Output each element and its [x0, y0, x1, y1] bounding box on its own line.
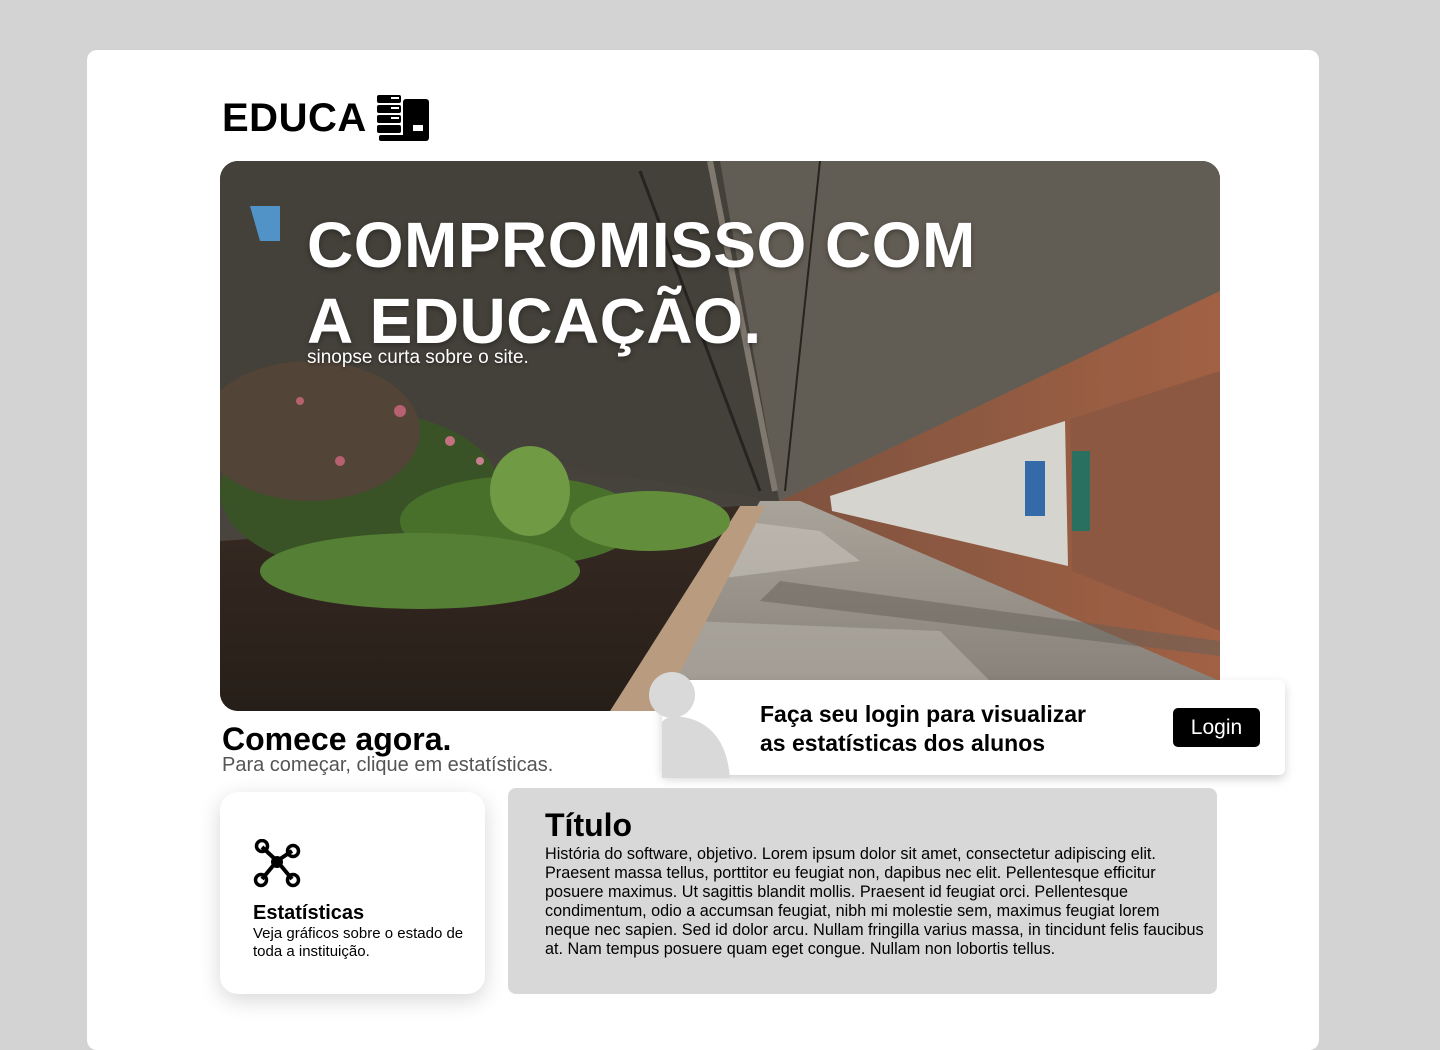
hero-subtitle: sinopse curta sobre o site. [307, 347, 529, 368]
info-body: História do software, objetivo. Lorem ip… [545, 845, 1204, 958]
hero-title-line-1: COMPROMISSO COM [307, 209, 976, 281]
info-title: Título [545, 807, 633, 843]
login-prompt-line-2: as estatísticas dos alunos [760, 730, 1046, 756]
server-icon [376, 95, 429, 141]
brand-name: EDUCA [222, 96, 367, 140]
stats-card[interactable]: Estatísticas Veja gráficos sobre o estad… [220, 792, 485, 994]
start-subtitle: Para começar, clique em estatísticas. [222, 754, 554, 776]
brand-logo[interactable]: EDUCA [222, 94, 429, 142]
user-icon [649, 672, 730, 778]
login-button[interactable]: Login [1173, 708, 1260, 747]
network-icon [253, 839, 301, 888]
login-prompt-line-1: Faça seu login para visualizar [760, 701, 1086, 727]
hero-title: COMPROMISSO COM A EDUCAÇÃO. [307, 207, 1107, 359]
info-box: Título História do software, objetivo. L… [508, 788, 1217, 994]
hero-banner: COMPROMISSO COM A EDUCAÇÃO. sinopse curt… [220, 161, 1220, 711]
login-prompt: Faça seu login para visualizar as estatí… [760, 700, 1140, 758]
stats-description: Veja gráficos sobre o estado de toda a i… [253, 925, 464, 960]
stats-title: Estatísticas [253, 902, 365, 924]
